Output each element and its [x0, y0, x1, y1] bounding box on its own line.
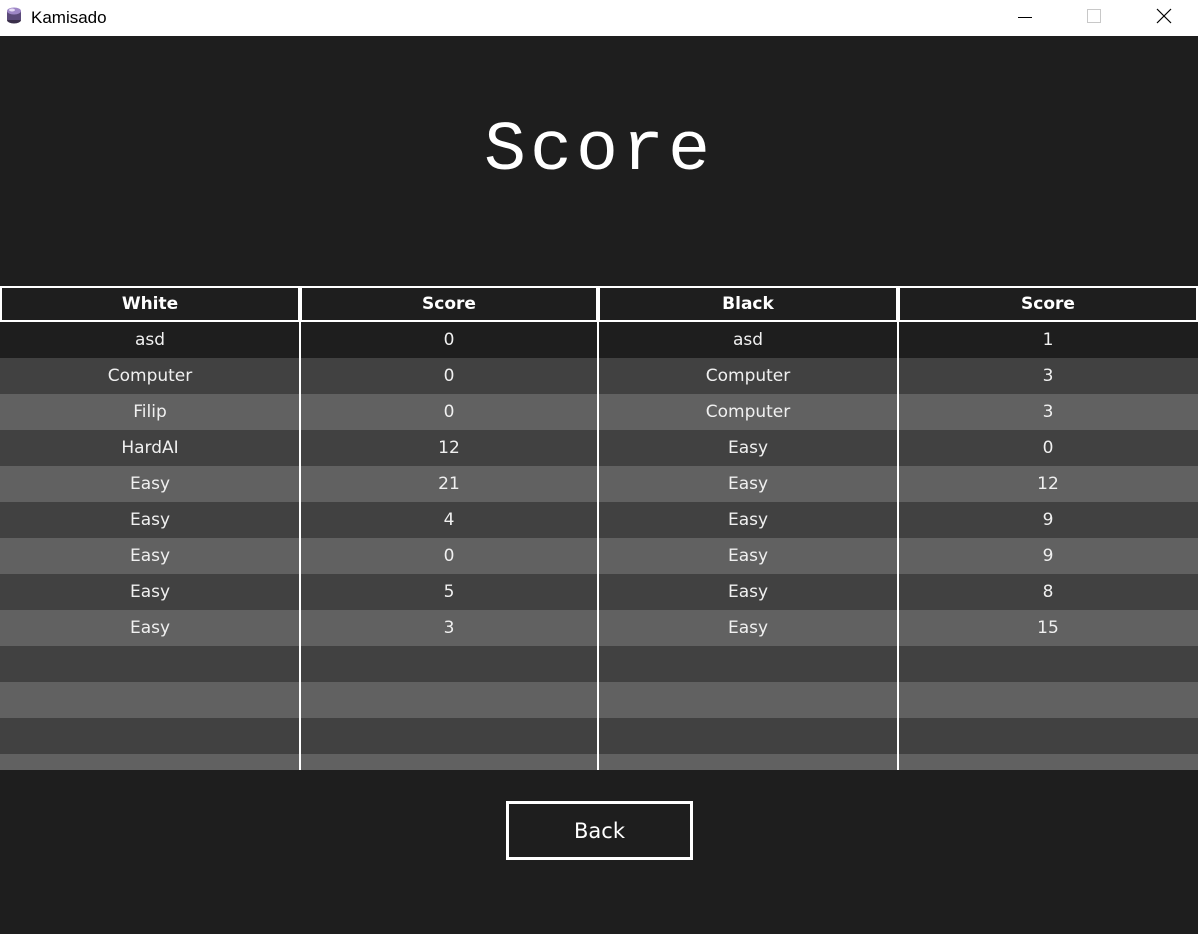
table-row[interactable]: Easy 5 Easy 8	[0, 574, 1198, 610]
white-player-cell	[0, 682, 300, 718]
black-score-cell	[898, 682, 1198, 718]
white-player-cell: Easy	[129, 618, 171, 638]
column-divider	[597, 322, 599, 770]
black-score-cell: 8	[1042, 582, 1054, 602]
white-player-cell: Computer	[107, 366, 193, 386]
page-title: Score	[483, 112, 715, 191]
black-score-cell: 9	[1042, 510, 1054, 530]
black-score-cell: 3	[1042, 366, 1054, 386]
white-score-cell: 0	[443, 330, 455, 350]
black-player-cell	[598, 682, 898, 718]
table-row[interactable]: Computer 0 Computer 3	[0, 358, 1198, 394]
white-score-cell: 0	[443, 366, 455, 386]
table-row[interactable]	[0, 718, 1198, 754]
black-player-cell: Easy	[727, 474, 769, 494]
black-player-cell: Computer	[705, 402, 791, 422]
black-player-cell: Computer	[705, 366, 791, 386]
white-player-cell: Easy	[129, 546, 171, 566]
window-title: Kamisado	[31, 8, 107, 27]
black-score-cell: 9	[1042, 546, 1054, 566]
table-row[interactable]: Filip 0 Computer 3	[0, 394, 1198, 430]
black-player-cell	[598, 646, 898, 682]
black-player-cell	[598, 754, 898, 770]
minimize-icon	[1018, 9, 1032, 28]
black-score-cell: 15	[1037, 618, 1059, 638]
table-row[interactable]	[0, 754, 1198, 770]
white-player-cell: HardAI	[121, 438, 179, 458]
score-table: White Score Black Score asd 0 asd 1 Computer…	[0, 286, 1198, 770]
black-score-cell	[898, 754, 1198, 770]
black-player-cell: Easy	[727, 546, 769, 566]
white-score-cell	[300, 718, 598, 754]
white-score-cell: 5	[443, 582, 455, 602]
black-player-cell: Easy	[727, 618, 769, 638]
black-player-cell: Easy	[727, 510, 769, 530]
white-player-cell	[0, 718, 300, 754]
black-player-cell: Easy	[727, 438, 769, 458]
black-player-cell: asd	[732, 330, 764, 350]
column-divider	[897, 322, 899, 770]
white-player-cell: Easy	[129, 510, 171, 530]
close-button[interactable]	[1141, 0, 1187, 36]
title-bar: Kamisado	[0, 0, 1198, 36]
white-score-cell: 21	[438, 474, 460, 494]
table-row[interactable]: Easy 3 Easy 15	[0, 610, 1198, 646]
table-row[interactable]: HardAI 12 Easy 0	[0, 430, 1198, 466]
back-button[interactable]: Back	[506, 801, 693, 860]
white-player-cell: Filip	[133, 402, 167, 422]
white-player-cell: Easy	[129, 474, 171, 494]
column-header-white-score[interactable]: Score	[300, 286, 598, 322]
table-row[interactable]	[0, 646, 1198, 682]
white-score-cell: 0	[443, 402, 455, 422]
column-header-white[interactable]: White	[0, 286, 300, 322]
black-score-cell: 1	[1042, 330, 1054, 350]
table-row[interactable]: asd 0 asd 1	[0, 322, 1198, 358]
table-body: asd 0 asd 1 Computer 0 Computer 3 Filip 0 Computer…	[0, 322, 1198, 770]
app-icon	[6, 6, 22, 24]
column-divider	[299, 322, 301, 770]
black-score-cell: 12	[1037, 474, 1059, 494]
table-row[interactable]	[0, 682, 1198, 718]
white-score-cell: 0	[443, 546, 455, 566]
table-row[interactable]: Easy 21 Easy 12	[0, 466, 1198, 502]
close-icon	[1156, 8, 1172, 28]
black-player-cell: Easy	[727, 582, 769, 602]
black-score-cell	[898, 646, 1198, 682]
white-player-cell: Easy	[129, 582, 171, 602]
black-score-cell: 0	[1042, 438, 1054, 458]
white-player-cell	[0, 754, 300, 770]
black-player-cell	[598, 718, 898, 754]
column-header-black-score[interactable]: Score	[898, 286, 1198, 322]
white-score-cell: 3	[443, 618, 455, 638]
column-header-black[interactable]: Black	[598, 286, 898, 322]
maximize-icon	[1086, 8, 1102, 28]
white-score-cell	[300, 754, 598, 770]
black-score-cell	[898, 718, 1198, 754]
table-header: White Score Black Score	[0, 286, 1198, 322]
white-player-cell: asd	[134, 330, 166, 350]
table-row[interactable]: Easy 0 Easy 9	[0, 538, 1198, 574]
table-row[interactable]: Easy 4 Easy 9	[0, 502, 1198, 538]
white-score-cell: 12	[438, 438, 460, 458]
app-window: Kamisado Score White Score Black Score a…	[0, 0, 1198, 934]
white-score-cell: 4	[443, 510, 455, 530]
white-player-cell	[0, 646, 300, 682]
black-score-cell: 3	[1042, 402, 1054, 422]
white-score-cell	[300, 682, 598, 718]
minimize-button[interactable]	[1002, 0, 1048, 36]
maximize-button[interactable]	[1071, 0, 1117, 36]
white-score-cell	[300, 646, 598, 682]
